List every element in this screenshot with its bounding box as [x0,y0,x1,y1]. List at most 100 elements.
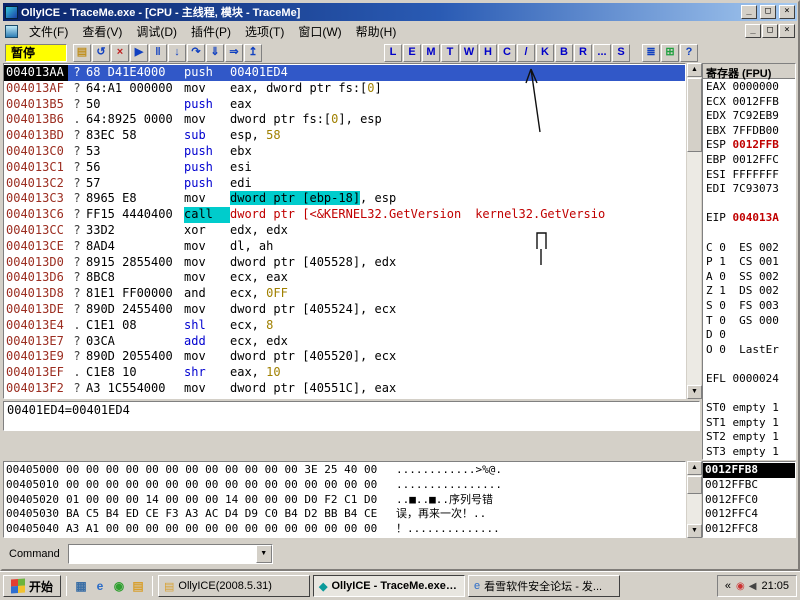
flag-row[interactable]: A 0 SS 002 [706,270,795,285]
register-row[interactable]: EDI 7C93073 [706,182,795,197]
launch-media-icon[interactable]: ◉ [110,577,128,595]
disasm-row[interactable]: 004013D8? 81E1 FF00000 and ecx, 0FF [4,286,685,302]
panel-button-l[interactable]: L [384,43,402,62]
flag-row[interactable]: C 0 ES 002 [706,241,795,256]
show-desktop-icon[interactable]: ▦ [72,577,90,595]
fpu-row[interactable]: ST0 empty 1 [706,401,795,416]
register-row-eip[interactable]: EIP 004013A [706,211,795,226]
dump-row[interactable]: 00405040 A3 A1 00 00 00 00 00 00 00 00 00… [4,522,685,537]
stack-row[interactable]: 0012FFBC [703,478,795,493]
panel-button-t[interactable]: T [441,43,459,62]
task-pediy-forum-button[interactable]: e 看雪软件安全论坛 - 发... [468,575,621,597]
flag-row[interactable]: D 0 [706,328,795,343]
disasm-row[interactable]: 004013C3? 8965 E8 mov dword ptr [ebp-18], e… [4,191,685,207]
efl-row[interactable]: EFL 0000024 [706,372,795,387]
close-program-button[interactable]: × [111,43,129,62]
register-row[interactable]: ESI FFFFFFF [706,168,795,183]
help-button[interactable]: ? [680,43,698,62]
panel-button-m[interactable]: M [422,43,440,62]
close-button[interactable]: × [779,5,795,19]
menu-item[interactable]: 选项(T) [238,21,291,42]
disasm-row[interactable]: 004013E7? 03CA add ecx, edx [4,334,685,350]
panel-button-h[interactable]: H [479,43,497,62]
disasm-row[interactable]: 004013B6. 64:8925 0000 mov dword ptr fs:[0]… [4,112,685,128]
panel-button-e[interactable]: E [403,43,421,62]
scroll-down-icon[interactable]: ▼ [687,524,702,538]
menu-item[interactable]: 查看(V) [75,21,129,42]
register-row[interactable]: ECX 0012FFB [706,95,795,110]
disasm-row[interactable]: 004013B5? 50 push eax [4,97,685,113]
pause-button[interactable]: ‖ [149,43,167,62]
scroll-thumb[interactable] [687,476,702,494]
dump-row[interactable]: 00405030 BA C5 B4 ED CE F3 A3 AC D4 D9 C0… [4,507,685,522]
task-ollyice-traceme-button[interactable]: ◆ OllyICE - TraceMe.exe - ... [313,575,466,597]
register-row[interactable]: EBX 7FFDB00 [706,124,795,139]
restart-button[interactable]: ↺ [92,43,110,62]
panel-button-r[interactable]: R [574,43,592,62]
panel-button-k[interactable]: K [536,43,554,62]
panel-button-s[interactable]: S [612,43,630,62]
flag-row[interactable]: O 0 LastEr [706,343,795,358]
disasm-row[interactable]: 004013E4. C1E1 08 shl ecx, 8 [4,318,685,334]
trace-over-button[interactable]: ⇒ [225,43,243,62]
register-row[interactable]: EBP 0012FFC [706,153,795,168]
command-input[interactable] [68,546,256,562]
menu-item[interactable]: 帮助(H) [349,21,404,42]
minimize-button[interactable]: _ [741,5,757,19]
dump-row[interactable]: 00405010 00 00 00 00 00 00 00 00 00 00 00… [4,478,685,493]
panel-button-b[interactable]: B [555,43,573,62]
command-combobox[interactable]: ▼ [67,544,273,564]
flag-row[interactable]: Z 1 DS 002 [706,284,795,299]
tray-antivirus-icon[interactable]: ◉ [736,581,745,592]
panel-button-slash[interactable]: / [517,43,535,62]
dropdown-arrow-icon[interactable]: ▼ [255,545,272,563]
stack-row[interactable]: 0012FFC4 [703,507,795,522]
scroll-down-icon[interactable]: ▼ [687,385,702,399]
flag-row[interactable]: T 0 GS 000 [706,314,795,329]
register-row[interactable]: EAX 0000000 [706,80,795,95]
disasm-row[interactable]: 004013C1? 56 push esi [4,160,685,176]
launch-ie-icon[interactable]: e [91,577,109,595]
stack-panel[interactable]: 0012FFB8 0012FFBC 0012FFC0 0012FFC4 0012FFC8 [702,461,796,538]
fpu-row[interactable]: ST2 empty 1 [706,430,795,445]
menu-item[interactable]: 调试(D) [129,21,184,42]
register-row[interactable]: EDX 7C92EB9 [706,109,795,124]
scroll-thumb[interactable] [687,78,702,152]
disasm-row[interactable]: 004013C2? 57 push edi [4,176,685,192]
menu-item[interactable]: 文件(F) [22,21,75,42]
disasm-row[interactable]: 004013CC? 33D2 xor edx, edx [4,223,685,239]
mdi-close-button[interactable]: × [779,24,795,38]
task-ollyice-folder-button[interactable]: ▤ OllyICE(2008.5.31) [158,575,311,597]
disasm-row[interactable]: 004013BD? 83EC 58 sub esp, 58 [4,128,685,144]
disasm-row[interactable]: 004013EF. C1E8 10 shr eax, 10 [4,365,685,381]
fpu-row[interactable]: ST1 empty 1 [706,416,795,431]
stack-row[interactable]: 0012FFC0 [703,493,795,508]
windows-list-button[interactable]: ⊞ [661,43,679,62]
disassembly-scrollbar[interactable]: ▲ ▼ [686,63,702,399]
disasm-row[interactable]: 004013DE? 890D 2455400 mov dword ptr [40552… [4,302,685,318]
stack-row[interactable]: 0012FFC8 [703,522,795,537]
disassembly-panel[interactable]: 004013AA? 68 D41E4000 push 00401ED4 004013AF… [3,63,686,399]
mdi-minimize-button[interactable]: _ [745,24,761,38]
panel-button-c[interactable]: C [498,43,516,62]
disasm-row[interactable]: 004013D0? 8915 2855400 mov dword ptr [40552… [4,255,685,271]
dump-scrollbar[interactable]: ▲ ▼ [686,461,702,538]
flag-row[interactable]: S 0 FS 003 [706,299,795,314]
disasm-row[interactable]: 004013AA? 68 D41E4000 push 00401ED4 [4,65,685,81]
open-file-button[interactable]: ▤ [73,43,91,62]
execute-till-return-button[interactable]: ↥ [244,43,262,62]
step-into-button[interactable]: ↓ [168,43,186,62]
trace-into-button[interactable]: ⇓ [206,43,224,62]
maximize-button[interactable]: □ [760,5,776,19]
disasm-row[interactable]: 004013C6? FF15 4440400 call dword ptr [<&KE… [4,207,685,223]
menu-item[interactable]: 插件(P) [184,21,238,42]
flag-row[interactable]: P 1 CS 001 [706,255,795,270]
scroll-up-icon[interactable]: ▲ [687,461,702,475]
dump-row[interactable]: 00405000 00 00 00 00 00 00 00 00 00 00 00… [4,463,685,478]
run-button[interactable]: ▶ [130,43,148,62]
launch-folder-icon[interactable]: ▤ [129,577,147,595]
panel-button-more[interactable]: ... [593,43,611,62]
scroll-up-icon[interactable]: ▲ [687,63,702,77]
disasm-row[interactable]: 004013CE? 8AD4 mov dl, ah [4,239,685,255]
title-bar[interactable]: OllyICE - TraceMe.exe - [CPU - 主线程, 模块 -… [3,3,797,21]
